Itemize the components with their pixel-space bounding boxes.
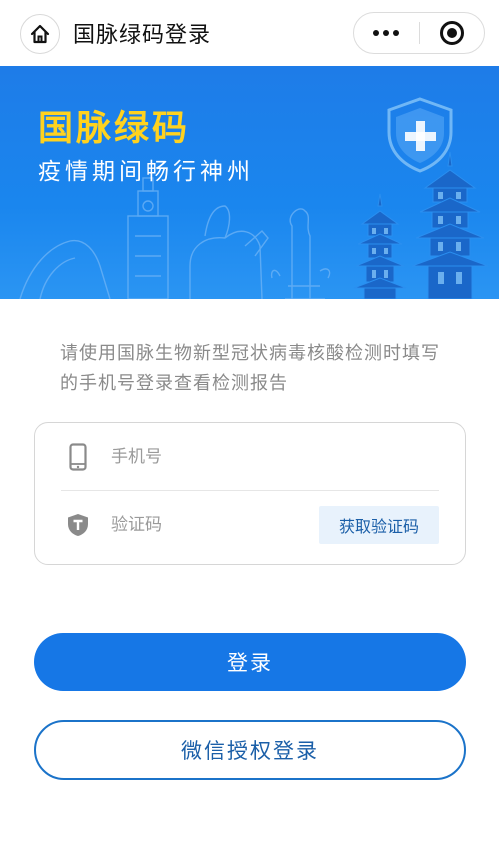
close-button[interactable] (420, 13, 485, 53)
shield-cross-icon (387, 97, 453, 173)
phone-row (61, 423, 439, 491)
home-button[interactable] (20, 14, 60, 54)
login-form: 获取验证码 (34, 422, 466, 565)
mini-program-capsule (353, 12, 485, 54)
more-dots-icon (373, 30, 400, 36)
code-row: 获取验证码 (61, 491, 439, 559)
shield-t-icon (61, 513, 95, 537)
home-icon (30, 24, 50, 44)
target-close-icon (439, 21, 464, 45)
get-code-button[interactable]: 获取验证码 (319, 506, 439, 544)
banner-subtitle: 疫情期间畅行神州 (38, 159, 254, 185)
page-title: 国脉绿码登录 (73, 23, 212, 48)
wechat-login-button[interactable]: 微信授权登录 (34, 720, 466, 780)
login-button[interactable]: 登录 (34, 633, 466, 691)
navigation-bar: 国脉绿码登录 (0, 0, 499, 66)
phone-input[interactable] (111, 446, 439, 467)
hero-banner: 国脉绿码 疫情期间畅行神州 (0, 66, 499, 299)
login-instruction: 请使用国脉生物新型冠状病毒核酸检测时填写的手机号登录查看检测报告 (60, 343, 440, 394)
phone-icon (61, 442, 95, 471)
more-button[interactable] (354, 13, 419, 53)
banner-title: 国脉绿码 (38, 109, 191, 149)
